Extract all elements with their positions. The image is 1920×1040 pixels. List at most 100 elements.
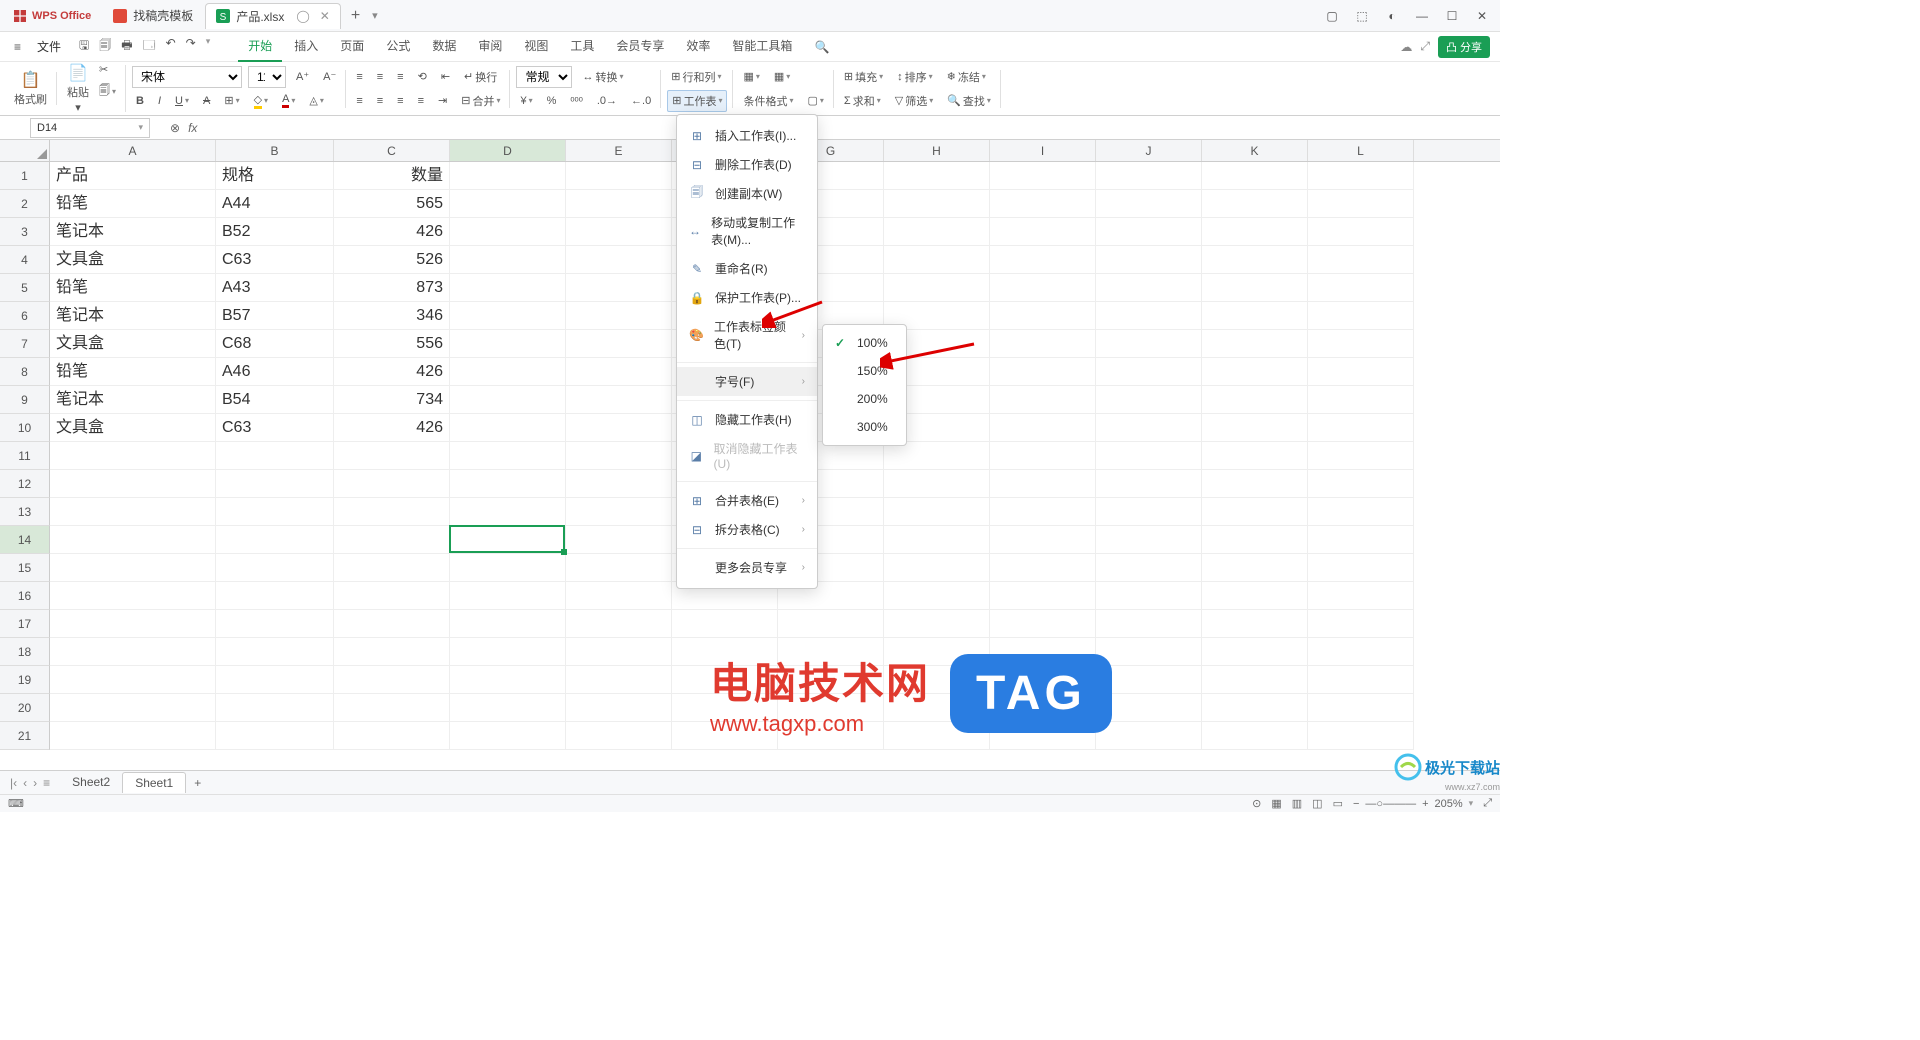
cell-I3[interactable] [990,218,1096,246]
wrap-button[interactable]: ↵换行 [460,67,501,87]
menu-tab-开始[interactable]: 开始 [238,31,282,62]
zoom-out-button[interactable]: − [1353,798,1359,810]
cond-format-button[interactable]: 条件格式▾ [739,91,797,111]
sheet-tab-Sheet2[interactable]: Sheet2 [60,772,122,793]
cell-A4[interactable]: 文具盒 [50,246,216,274]
cell-J4[interactable] [1096,246,1202,274]
percent-button[interactable]: % [543,93,561,109]
cell-B18[interactable] [216,638,334,666]
cell-K6[interactable] [1202,302,1308,330]
formula-input[interactable] [205,119,1005,137]
copy-button[interactable]: 🗐▾ [95,80,120,103]
cell-K8[interactable] [1202,358,1308,386]
cell-K4[interactable] [1202,246,1308,274]
cell-B21[interactable] [216,722,334,750]
cell-D18[interactable] [450,638,566,666]
cell-L10[interactable] [1308,414,1414,442]
col-header-E[interactable]: E [566,140,672,161]
cell-H3[interactable] [884,218,990,246]
cell-J1[interactable] [1096,162,1202,190]
rowcol-button[interactable]: ⊞行和列▾ [667,67,725,87]
menu-item-11[interactable]: ⊟拆分表格(C)› [677,515,817,544]
cloud-icon[interactable]: ☁ [1400,40,1412,54]
cancel-fx-icon[interactable]: ⊗ [170,121,180,135]
comma-button[interactable]: ᵒᵒᵒ [566,93,586,109]
dec-dec-button[interactable]: ←.0 [627,93,655,109]
cell-H4[interactable] [884,246,990,274]
row-header-5[interactable]: 5 [0,274,50,302]
cell-K11[interactable] [1202,442,1308,470]
cell-B9[interactable]: B54 [216,386,334,414]
cell-K10[interactable] [1202,414,1308,442]
cell-A6[interactable]: 笔记本 [50,302,216,330]
row-header-8[interactable]: 8 [0,358,50,386]
cell-K1[interactable] [1202,162,1308,190]
cell-L21[interactable] [1308,722,1414,750]
menu-item-7[interactable]: 字号(F)› [677,367,817,396]
table-style2-button[interactable]: ▦▾ [770,68,794,85]
cell-D10[interactable] [450,414,566,442]
row-header-9[interactable]: 9 [0,386,50,414]
minimize-button[interactable]: — [1414,9,1430,23]
cell-J6[interactable] [1096,302,1202,330]
sheet-nav-next[interactable]: › [33,776,37,790]
quick-dropdown[interactable]: ▾ [206,36,211,57]
clear-format-button[interactable]: ◬▾ [305,92,327,109]
cell-E6[interactable] [566,302,672,330]
cell-E21[interactable] [566,722,672,750]
col-header-L[interactable]: L [1308,140,1414,161]
avatar-icon[interactable]: ◐ [1384,9,1400,23]
cell-J5[interactable] [1096,274,1202,302]
close-button[interactable]: ✕ [1474,9,1490,23]
align-right-button[interactable]: ≡ [393,93,407,109]
row-header-15[interactable]: 15 [0,554,50,582]
cell-L17[interactable] [1308,610,1414,638]
cell-D13[interactable] [450,498,566,526]
cell-H12[interactable] [884,470,990,498]
cell-D3[interactable] [450,218,566,246]
cell-K12[interactable] [1202,470,1308,498]
cell-D1[interactable] [450,162,566,190]
italic-button[interactable]: I [154,93,165,109]
fill-color-button[interactable]: ◇▾ [250,91,272,111]
cell-L15[interactable] [1308,554,1414,582]
cell-A20[interactable] [50,694,216,722]
cell-A1[interactable]: 产品 [50,162,216,190]
cell-L9[interactable] [1308,386,1414,414]
cell-E1[interactable] [566,162,672,190]
cell-D7[interactable] [450,330,566,358]
cell-C9[interactable]: 734 [334,386,450,414]
cell-I8[interactable] [990,358,1096,386]
indent-inc-button[interactable]: ⇥ [434,92,451,109]
menu-tab-插入[interactable]: 插入 [284,31,328,62]
menu-tab-工具[interactable]: 工具 [560,31,604,62]
cell-L4[interactable] [1308,246,1414,274]
cell-H14[interactable] [884,526,990,554]
cell-L20[interactable] [1308,694,1414,722]
menu-tab-智能工具箱[interactable]: 智能工具箱 [722,31,802,62]
row-header-19[interactable]: 19 [0,666,50,694]
cell-A13[interactable] [50,498,216,526]
cell-K19[interactable] [1202,666,1308,694]
row-header-7[interactable]: 7 [0,330,50,358]
cell-B14[interactable] [216,526,334,554]
cell-E13[interactable] [566,498,672,526]
cell-K7[interactable] [1202,330,1308,358]
col-header-K[interactable]: K [1202,140,1308,161]
cell-D16[interactable] [450,582,566,610]
cell-B17[interactable] [216,610,334,638]
menu-tab-会员专享[interactable]: 会员专享 [606,31,674,62]
cell-I14[interactable] [990,526,1096,554]
cell-C1[interactable]: 数量 [334,162,450,190]
find-button[interactable]: 🔍查找▾ [943,91,995,111]
align-bottom-button[interactable]: ≡ [393,69,407,85]
cell-C11[interactable] [334,442,450,470]
cell-J7[interactable] [1096,330,1202,358]
zoom-option-200%[interactable]: 200% [823,385,906,413]
cell-L7[interactable] [1308,330,1414,358]
menu-item-4[interactable]: ✎重命名(R) [677,254,817,283]
cell-I13[interactable] [990,498,1096,526]
quick-saveas-icon[interactable]: 🗐 [99,36,111,57]
cell-H11[interactable] [884,442,990,470]
col-header-C[interactable]: C [334,140,450,161]
